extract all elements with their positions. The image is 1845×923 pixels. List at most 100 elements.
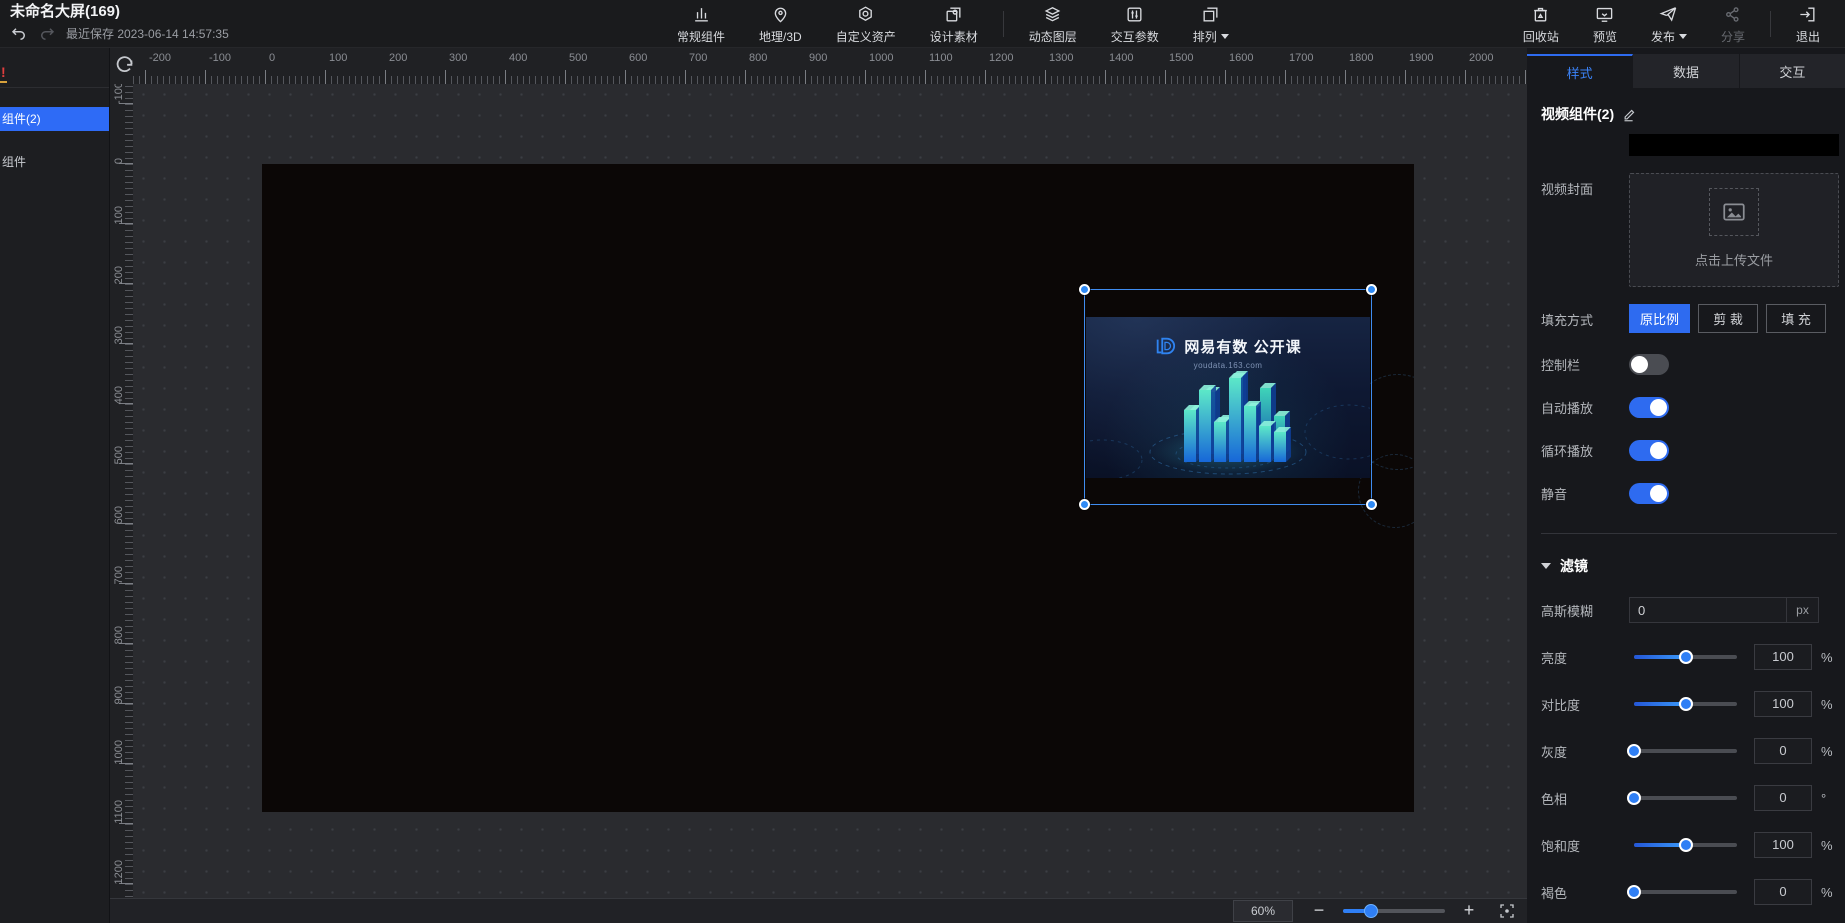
slider-knob[interactable] bbox=[1679, 697, 1693, 711]
filter-row-饱和度: 饱和度 100% bbox=[1541, 832, 1839, 858]
tool-dynamic-layers[interactable]: 动态图层 bbox=[1012, 0, 1094, 48]
ruler-v-label: -100 bbox=[113, 82, 125, 104]
zoom-percent-input[interactable]: 60% bbox=[1233, 900, 1293, 922]
divider bbox=[1541, 533, 1837, 534]
alert-icon: ! bbox=[1, 64, 6, 80]
filter-slider[interactable] bbox=[1634, 796, 1737, 800]
filter-value-input[interactable]: 0 bbox=[1754, 738, 1812, 764]
page-title: 未命名大屏(169) bbox=[10, 2, 229, 22]
filter-slider[interactable] bbox=[1634, 655, 1737, 659]
undo-icon[interactable] bbox=[10, 26, 28, 42]
tool-design-material[interactable]: 设计素材 bbox=[913, 0, 995, 48]
tool-geo-3d[interactable]: 地理/3D bbox=[742, 0, 819, 48]
zoom-slider-knob[interactable] bbox=[1364, 904, 1378, 918]
filter-value-input[interactable]: 100 bbox=[1754, 644, 1812, 670]
upload-dropzone[interactable]: 点击上传文件 bbox=[1629, 173, 1839, 287]
tool-interaction-params-label: 交互参数 bbox=[1111, 28, 1159, 45]
toggle-自动播放[interactable] bbox=[1629, 397, 1669, 418]
action-preview-label: 预览 bbox=[1593, 28, 1617, 45]
tool-interaction-params[interactable]: 交互参数 bbox=[1094, 0, 1176, 48]
tool-basic-components[interactable]: 常规组件 bbox=[660, 0, 742, 48]
action-preview[interactable]: 预览 bbox=[1576, 0, 1634, 48]
sidebar-item-1[interactable]: 组件 bbox=[0, 150, 109, 174]
app-window: 未命名大屏(169) 最近保存 2023-06-14 14:57:35 常规组件… bbox=[0, 0, 1845, 923]
filter-unit: % bbox=[1821, 838, 1839, 853]
toggle-row-0: 控制栏 bbox=[1541, 352, 1839, 376]
action-publish[interactable]: 发布 bbox=[1634, 0, 1704, 48]
resize-handle-se[interactable] bbox=[1366, 499, 1377, 510]
slider-knob[interactable] bbox=[1627, 791, 1641, 805]
slider-knob[interactable] bbox=[1679, 650, 1693, 664]
ruler-h-label: 600 bbox=[629, 52, 647, 64]
filter-control: 100% bbox=[1629, 644, 1839, 670]
slider-knob[interactable] bbox=[1627, 885, 1641, 899]
ruler-h-label: 1900 bbox=[1409, 52, 1433, 64]
toggle-循环播放[interactable] bbox=[1629, 440, 1669, 461]
resize-handle-sw[interactable] bbox=[1079, 499, 1090, 510]
last-saved-text: 最近保存 2023-06-14 14:57:35 bbox=[66, 25, 229, 42]
edit-name-icon[interactable] bbox=[1622, 107, 1637, 122]
slider-fill bbox=[1634, 843, 1686, 847]
layers-icon bbox=[1043, 4, 1062, 26]
ruler-h-label: 1000 bbox=[869, 52, 893, 64]
resize-handle-nw[interactable] bbox=[1079, 284, 1090, 295]
filter-control: 0% bbox=[1629, 879, 1839, 905]
filter-slider[interactable] bbox=[1634, 702, 1737, 706]
action-exit[interactable]: 退出 bbox=[1779, 0, 1837, 48]
tab-样式[interactable]: 样式 bbox=[1527, 54, 1633, 88]
video-preview-strip bbox=[1629, 134, 1839, 156]
fill-option-1[interactable]: 剪 裁 bbox=[1698, 304, 1758, 333]
blur-value-input[interactable] bbox=[1630, 598, 1786, 622]
filter-label: 色相 bbox=[1541, 789, 1629, 808]
slider-knob[interactable] bbox=[1627, 744, 1641, 758]
filter-section-title: 滤镜 bbox=[1560, 556, 1588, 576]
filter-control: px bbox=[1629, 597, 1839, 623]
fill-option-0[interactable]: 原比例 bbox=[1629, 304, 1690, 333]
action-share[interactable]: 分享 bbox=[1704, 0, 1762, 48]
filter-label: 饱和度 bbox=[1541, 836, 1629, 855]
fill-mode-options: 原比例剪 裁填 充 bbox=[1629, 304, 1839, 333]
toggle-静音[interactable] bbox=[1629, 483, 1669, 504]
sidebar-items: 组件(2) 组件 bbox=[0, 107, 109, 174]
resize-handle-ne[interactable] bbox=[1366, 284, 1377, 295]
tab-交互[interactable]: 交互 bbox=[1740, 54, 1845, 88]
zoom-in-button[interactable]: + bbox=[1458, 899, 1480, 923]
action-recycle-bin[interactable]: 回收站 bbox=[1506, 0, 1576, 48]
ruler-v-label: 1200 bbox=[113, 860, 125, 884]
filter-label: 对比度 bbox=[1541, 695, 1629, 714]
tab-数据[interactable]: 数据 bbox=[1633, 54, 1739, 88]
share-icon bbox=[1723, 4, 1742, 26]
refresh-canvas-icon[interactable] bbox=[113, 53, 139, 79]
image-icon bbox=[1709, 188, 1759, 236]
fill-option-2[interactable]: 填 充 bbox=[1766, 304, 1826, 333]
zoom-slider[interactable] bbox=[1343, 909, 1445, 913]
filter-slider[interactable] bbox=[1634, 749, 1737, 753]
zoom-out-button[interactable]: − bbox=[1308, 899, 1330, 923]
filter-value-input[interactable]: 100 bbox=[1754, 832, 1812, 858]
selected-video-component[interactable]: 网易有数 公开课 youdata.163.com bbox=[1084, 289, 1372, 505]
filter-row-灰度: 灰度0% bbox=[1541, 738, 1839, 764]
tool-custom-assets[interactable]: 自定义资产 bbox=[819, 0, 913, 48]
filter-slider[interactable] bbox=[1634, 843, 1737, 847]
toggle-knob bbox=[1650, 442, 1667, 459]
filter-unit: % bbox=[1821, 697, 1839, 712]
filter-control: 100% bbox=[1629, 691, 1839, 717]
toggle-控制栏[interactable] bbox=[1629, 354, 1669, 375]
filter-unit: % bbox=[1821, 744, 1839, 759]
toggle-label: 自动播放 bbox=[1541, 398, 1629, 417]
toggle-knob bbox=[1631, 356, 1648, 373]
sidebar-item-0[interactable]: 组件(2) bbox=[0, 107, 109, 131]
canvas-area[interactable]: 网易有数 公开课 youdata.163.com bbox=[110, 48, 1527, 923]
fit-to-screen-icon[interactable] bbox=[1495, 900, 1519, 922]
filter-value-input[interactable]: 100 bbox=[1754, 691, 1812, 717]
filter-slider[interactable] bbox=[1634, 890, 1737, 894]
redo-icon[interactable] bbox=[38, 26, 56, 42]
filter-value-input[interactable]: 0 bbox=[1754, 879, 1812, 905]
ruler-h-label: 200 bbox=[389, 52, 407, 64]
3d-bars-graphic bbox=[1086, 366, 1370, 478]
filter-section-header[interactable]: 滤镜 bbox=[1541, 556, 1839, 576]
video-thumbnail: 网易有数 公开课 youdata.163.com bbox=[1086, 317, 1370, 478]
filter-value-input[interactable]: 0 bbox=[1754, 785, 1812, 811]
slider-knob[interactable] bbox=[1679, 838, 1693, 852]
tool-arrange[interactable]: 排列 bbox=[1176, 0, 1246, 48]
